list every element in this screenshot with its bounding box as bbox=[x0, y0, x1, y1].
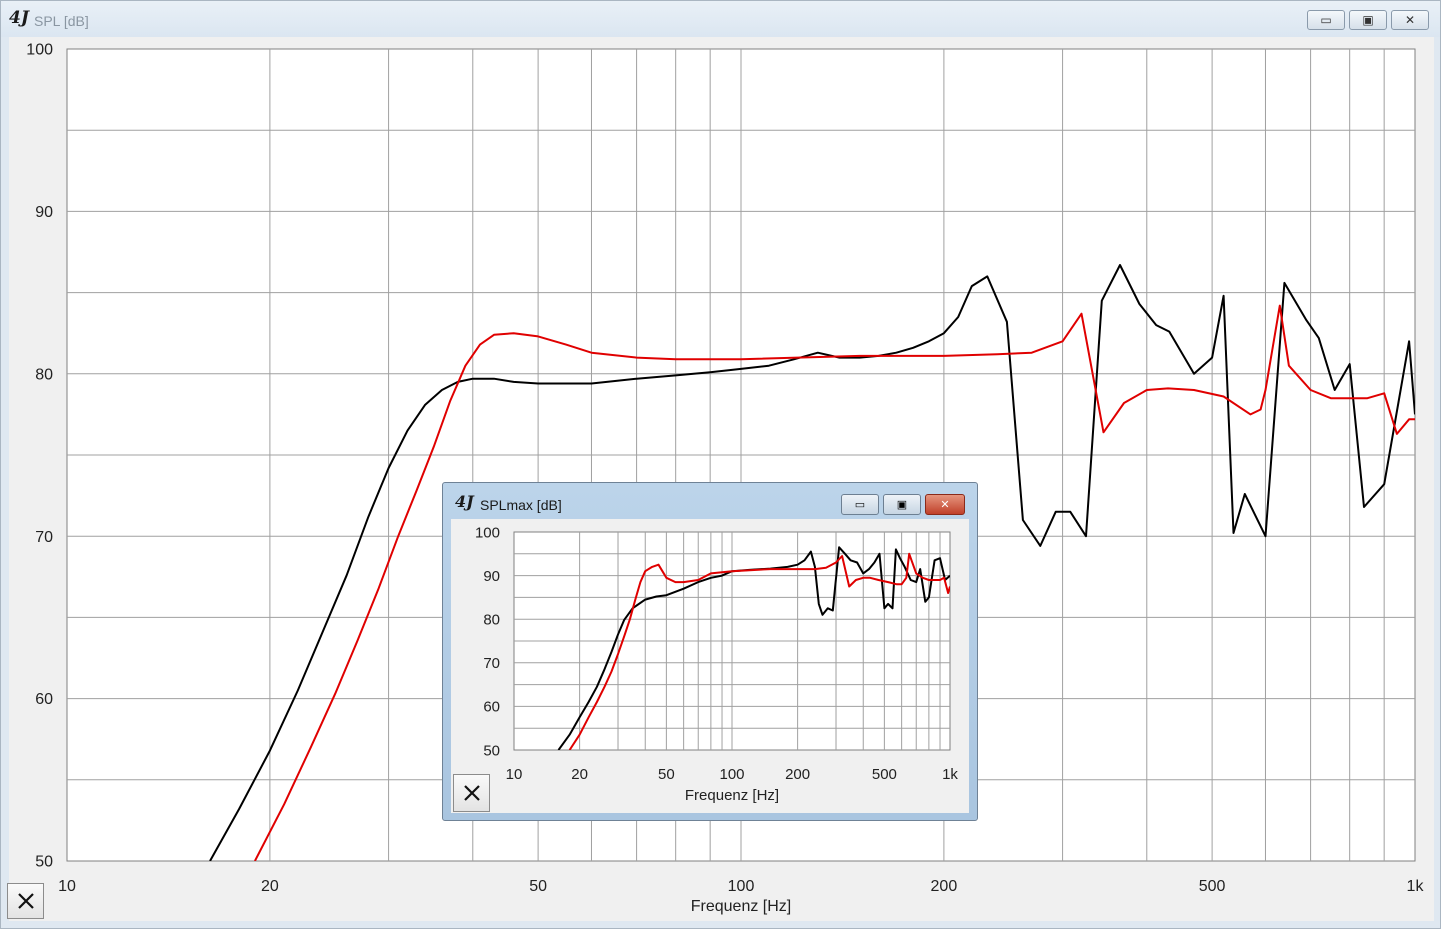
x-axis-label: Frequenz [Hz] bbox=[685, 787, 779, 804]
x-tick-label: 20 bbox=[571, 766, 588, 783]
y-tick-label: 90 bbox=[35, 204, 53, 221]
x-tick-label: 100 bbox=[728, 878, 755, 895]
x-axis-label: Frequenz [Hz] bbox=[691, 898, 791, 915]
x-tick-label: 50 bbox=[529, 878, 547, 895]
y-tick-label: 60 bbox=[35, 691, 53, 708]
window-title: SPLmax [dB] bbox=[480, 497, 562, 513]
close-x-icon bbox=[463, 785, 480, 801]
reset-zoom-button[interactable] bbox=[7, 883, 44, 919]
splmax-chart: 50 60 70 80 90 100 10 20 50 100 200 500 1k Frequenz [… bbox=[475, 524, 958, 804]
x-tick-label: 500 bbox=[1199, 878, 1226, 895]
y-tick-label: 100 bbox=[26, 42, 53, 59]
y-tick-label: 80 bbox=[483, 611, 500, 628]
spl-window-titlebar[interactable]: 4J SPL [dB] ▭ ▣ ✕ bbox=[1, 1, 1440, 37]
x-tick-label: 100 bbox=[719, 766, 744, 783]
close-button[interactable]: ✕ bbox=[1391, 10, 1429, 30]
y-tick-label: 90 bbox=[483, 568, 500, 585]
app-logo-icon: 4J bbox=[9, 8, 29, 28]
minimize-icon: ▭ bbox=[1320, 13, 1332, 27]
reset-zoom-button[interactable] bbox=[453, 774, 490, 812]
close-icon: ✕ bbox=[1404, 13, 1416, 27]
x-tick-label: 10 bbox=[506, 766, 523, 783]
restore-button[interactable]: ▣ bbox=[1349, 10, 1387, 30]
x-tick-label: 10 bbox=[58, 878, 76, 895]
x-tick-label: 1k bbox=[1407, 878, 1425, 895]
close-icon: ✕ bbox=[940, 499, 950, 511]
minimize-button[interactable]: ▭ bbox=[841, 494, 879, 515]
close-x-icon bbox=[17, 893, 34, 909]
x-tick-label: 500 bbox=[872, 766, 897, 783]
close-button[interactable]: ✕ bbox=[925, 494, 965, 515]
x-tick-label: 200 bbox=[785, 766, 810, 783]
x-tick-label: 50 bbox=[658, 766, 675, 783]
restore-button[interactable]: ▣ bbox=[883, 494, 921, 515]
window-title: SPL [dB] bbox=[34, 13, 89, 29]
splmax-chart-area: 50 60 70 80 90 100 10 20 50 100 200 500 1k Frequenz [… bbox=[451, 519, 969, 813]
y-tick-label: 100 bbox=[475, 524, 500, 541]
app-logo-icon: 4J bbox=[455, 492, 474, 511]
restore-icon: ▣ bbox=[1362, 13, 1374, 27]
restore-icon: ▣ bbox=[896, 499, 908, 511]
x-tick-label: 200 bbox=[931, 878, 958, 895]
y-tick-label: 70 bbox=[35, 529, 53, 546]
x-tick-label: 20 bbox=[261, 878, 279, 895]
y-tick-label: 80 bbox=[35, 366, 53, 383]
y-tick-label: 50 bbox=[483, 742, 500, 759]
y-tick-label: 50 bbox=[35, 854, 53, 871]
x-tick-label: 1k bbox=[942, 766, 958, 783]
minimize-button[interactable]: ▭ bbox=[1307, 10, 1345, 30]
y-tick-label: 60 bbox=[483, 699, 500, 716]
splmax-window: 4J SPLmax [dB] ▭ ▣ ✕ 50 60 70 80 90 100 10 20 50… bbox=[442, 482, 978, 821]
minimize-icon: ▭ bbox=[854, 499, 866, 511]
y-tick-label: 70 bbox=[483, 655, 500, 672]
